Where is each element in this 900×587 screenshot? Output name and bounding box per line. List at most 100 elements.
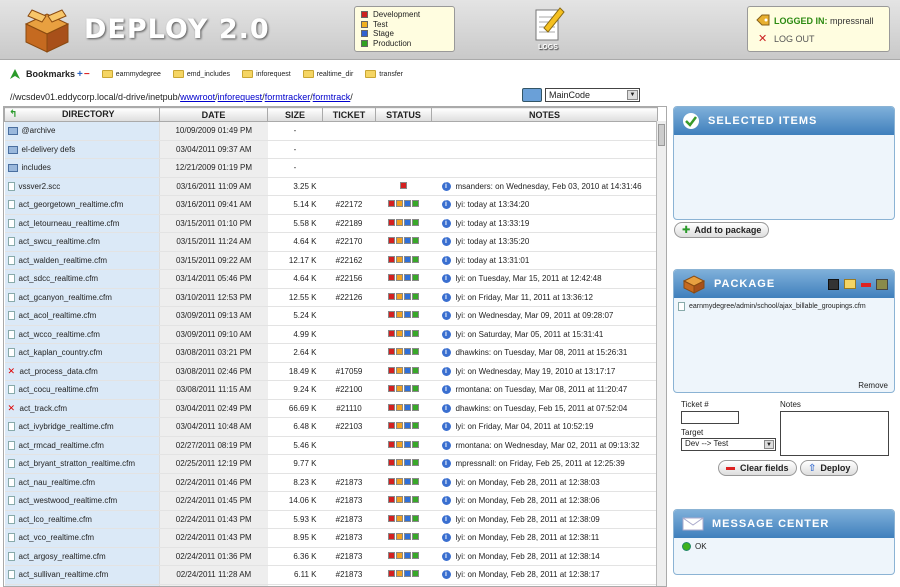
logout-link[interactable]: LOG OUT — [774, 34, 815, 44]
table-scrollbar[interactable] — [656, 121, 666, 586]
status-square-icon[interactable] — [395, 551, 403, 559]
cell-directory[interactable]: vssver2.scc — [4, 177, 160, 196]
info-icon[interactable]: i — [441, 440, 451, 450]
bookmark-transfer[interactable]: transfer — [365, 70, 403, 78]
status-square-icon[interactable] — [411, 292, 419, 300]
status-square-icon[interactable] — [403, 440, 411, 448]
cell-directory[interactable]: act_acol_realtime.cfm — [4, 306, 160, 326]
open-folder-icon[interactable] — [844, 278, 856, 289]
cell-directory[interactable]: act_gcanyon_realtime.cfm — [4, 288, 160, 307]
file-name[interactable]: act_georgetown_realtime.cfm — [19, 200, 124, 209]
scroll-thumb[interactable] — [658, 124, 665, 146]
table-row[interactable]: includes 12/21/2009 01:19 PM - — [4, 158, 658, 178]
cell-directory[interactable]: @archive — [4, 121, 160, 141]
table-row[interactable]: act_sdcc_realtime.cfm 03/14/2011 05:46 PM… — [4, 269, 658, 289]
file-name[interactable]: includes — [22, 163, 51, 172]
table-row[interactable]: act_acol_realtime.cfm 03/09/2011 09:13 AM… — [4, 306, 658, 326]
file-name[interactable]: el-delivery defs — [22, 145, 76, 154]
status-square-icon[interactable] — [387, 255, 395, 263]
table-row[interactable]: act_westwood_realtime.cfm 02/24/2011 01:4… — [4, 491, 658, 511]
status-square-icon[interactable] — [403, 329, 411, 337]
col-status[interactable]: STATUS — [375, 107, 432, 122]
file-name[interactable]: act_sdcc_realtime.cfm — [19, 274, 99, 283]
info-icon[interactable]: i — [441, 200, 451, 210]
file-name[interactable]: act_lco_realtime.cfm — [19, 515, 92, 524]
file-name[interactable]: act_kaplan_country.cfm — [19, 348, 103, 357]
cell-directory[interactable]: act_ivybridge_realtime.cfm — [4, 417, 160, 437]
info-icon[interactable]: i — [441, 403, 451, 413]
info-icon[interactable]: i — [441, 459, 451, 469]
status-square-icon[interactable] — [411, 570, 419, 578]
package-item[interactable]: earnmydegree/admin/school/ajax_billable_… — [678, 302, 866, 311]
info-icon[interactable]: i — [441, 218, 451, 228]
table-row[interactable]: act_cocu_realtime.cfm 03/08/2011 11:15 AM… — [4, 380, 658, 400]
info-icon[interactable]: i — [441, 570, 451, 580]
status-square-icon[interactable] — [387, 218, 395, 226]
info-icon[interactable]: i — [441, 477, 451, 487]
status-square-icon[interactable] — [411, 237, 419, 245]
status-square-icon[interactable] — [387, 366, 395, 374]
table-row[interactable]: @archive 10/09/2009 01:49 PM - — [4, 121, 658, 141]
status-square-icon[interactable] — [387, 237, 395, 245]
status-square-icon[interactable] — [395, 311, 403, 319]
status-square-icon[interactable] — [395, 496, 403, 504]
status-square-icon[interactable] — [395, 403, 403, 411]
status-square-icon[interactable] — [411, 274, 419, 282]
status-square-icon[interactable] — [395, 366, 403, 374]
path-link-formtracker[interactable]: formtracker — [265, 92, 311, 102]
col-directory[interactable]: ↰ DIRECTORY — [4, 107, 160, 122]
status-square-icon[interactable] — [403, 385, 411, 393]
path-link-inforequest[interactable]: inforequest — [218, 92, 263, 102]
add-to-package-button[interactable]: ✚ Add to package — [674, 222, 770, 238]
file-name[interactable]: act_gcanyon_realtime.cfm — [19, 293, 112, 302]
status-square-icon[interactable] — [411, 477, 419, 485]
status-square-icon[interactable] — [403, 200, 411, 208]
table-row[interactable]: act_vco_realtime.cfm 02/24/2011 01:43 PM 8… — [4, 528, 658, 548]
ticket-input[interactable] — [681, 411, 739, 424]
save-icon[interactable] — [828, 278, 839, 290]
status-square-icon[interactable] — [395, 329, 403, 337]
status-square-icon[interactable] — [387, 403, 395, 411]
cell-directory[interactable]: act_cocu_realtime.cfm — [4, 380, 160, 400]
file-name[interactable]: act_swcu_realtime.cfm — [19, 237, 100, 246]
table-row[interactable]: el-delivery defs 03/04/2011 09:37 AM - — [4, 140, 658, 159]
logs-button[interactable]: LOGS — [530, 6, 566, 54]
bookmark-earnmydegree[interactable]: earnmydegree — [101, 70, 161, 78]
cell-directory[interactable]: act_sdcc_realtime.cfm — [4, 269, 160, 289]
cell-directory[interactable]: act_georgetown_realtime.cfm — [4, 195, 160, 215]
table-row[interactable]: act_bryant_stratton_realtime.cfm 02/25/20… — [4, 454, 658, 474]
status-square-icon[interactable] — [395, 255, 403, 263]
file-name[interactable]: act_nau_realtime.cfm — [19, 478, 95, 487]
path-link-formtrack[interactable]: formtrack — [313, 92, 351, 102]
info-icon[interactable]: i — [441, 274, 451, 284]
col-size[interactable]: SIZE — [267, 107, 323, 122]
notes-textarea[interactable] — [780, 411, 889, 456]
status-square-icon[interactable] — [403, 533, 411, 541]
status-square-icon[interactable] — [411, 348, 419, 356]
status-square-icon[interactable] — [387, 570, 395, 578]
info-icon[interactable]: i — [441, 311, 451, 321]
remove-icon[interactable] — [861, 282, 871, 287]
file-name[interactable]: act_acol_realtime.cfm — [19, 311, 97, 320]
info-icon[interactable]: i — [441, 385, 451, 395]
status-square-icon[interactable] — [403, 551, 411, 559]
status-square-icon[interactable] — [395, 533, 403, 541]
file-name[interactable]: act_wcco_realtime.cfm — [19, 330, 100, 339]
info-icon[interactable]: i — [441, 551, 451, 561]
cell-directory[interactable]: act_letourneau_realtime.cfm — [4, 214, 160, 233]
info-icon[interactable]: i — [441, 181, 451, 191]
table-row[interactable]: act_georgetown_realtime.cfm 03/16/2011 09… — [4, 195, 658, 215]
bookmark-inforequest[interactable]: inforequest — [242, 70, 291, 78]
status-square-icon[interactable] — [411, 200, 419, 208]
cell-directory[interactable]: act_nau_realtime.cfm — [4, 473, 160, 492]
cell-directory[interactable]: act_wcco_realtime.cfm — [4, 325, 160, 344]
deploy-button[interactable]: ⇧ Deploy — [800, 460, 859, 476]
status-square-icon[interactable] — [387, 496, 395, 504]
file-name[interactable]: act_sullivan_realtime.cfm — [19, 570, 109, 579]
cell-directory[interactable]: act_walden_realtime.cfm — [4, 251, 160, 270]
status-square-icon[interactable] — [387, 422, 395, 430]
status-square-icon[interactable] — [395, 218, 403, 226]
status-square-icon[interactable] — [395, 237, 403, 245]
status-square-icon[interactable] — [411, 551, 419, 559]
status-square-icon[interactable] — [395, 200, 403, 208]
